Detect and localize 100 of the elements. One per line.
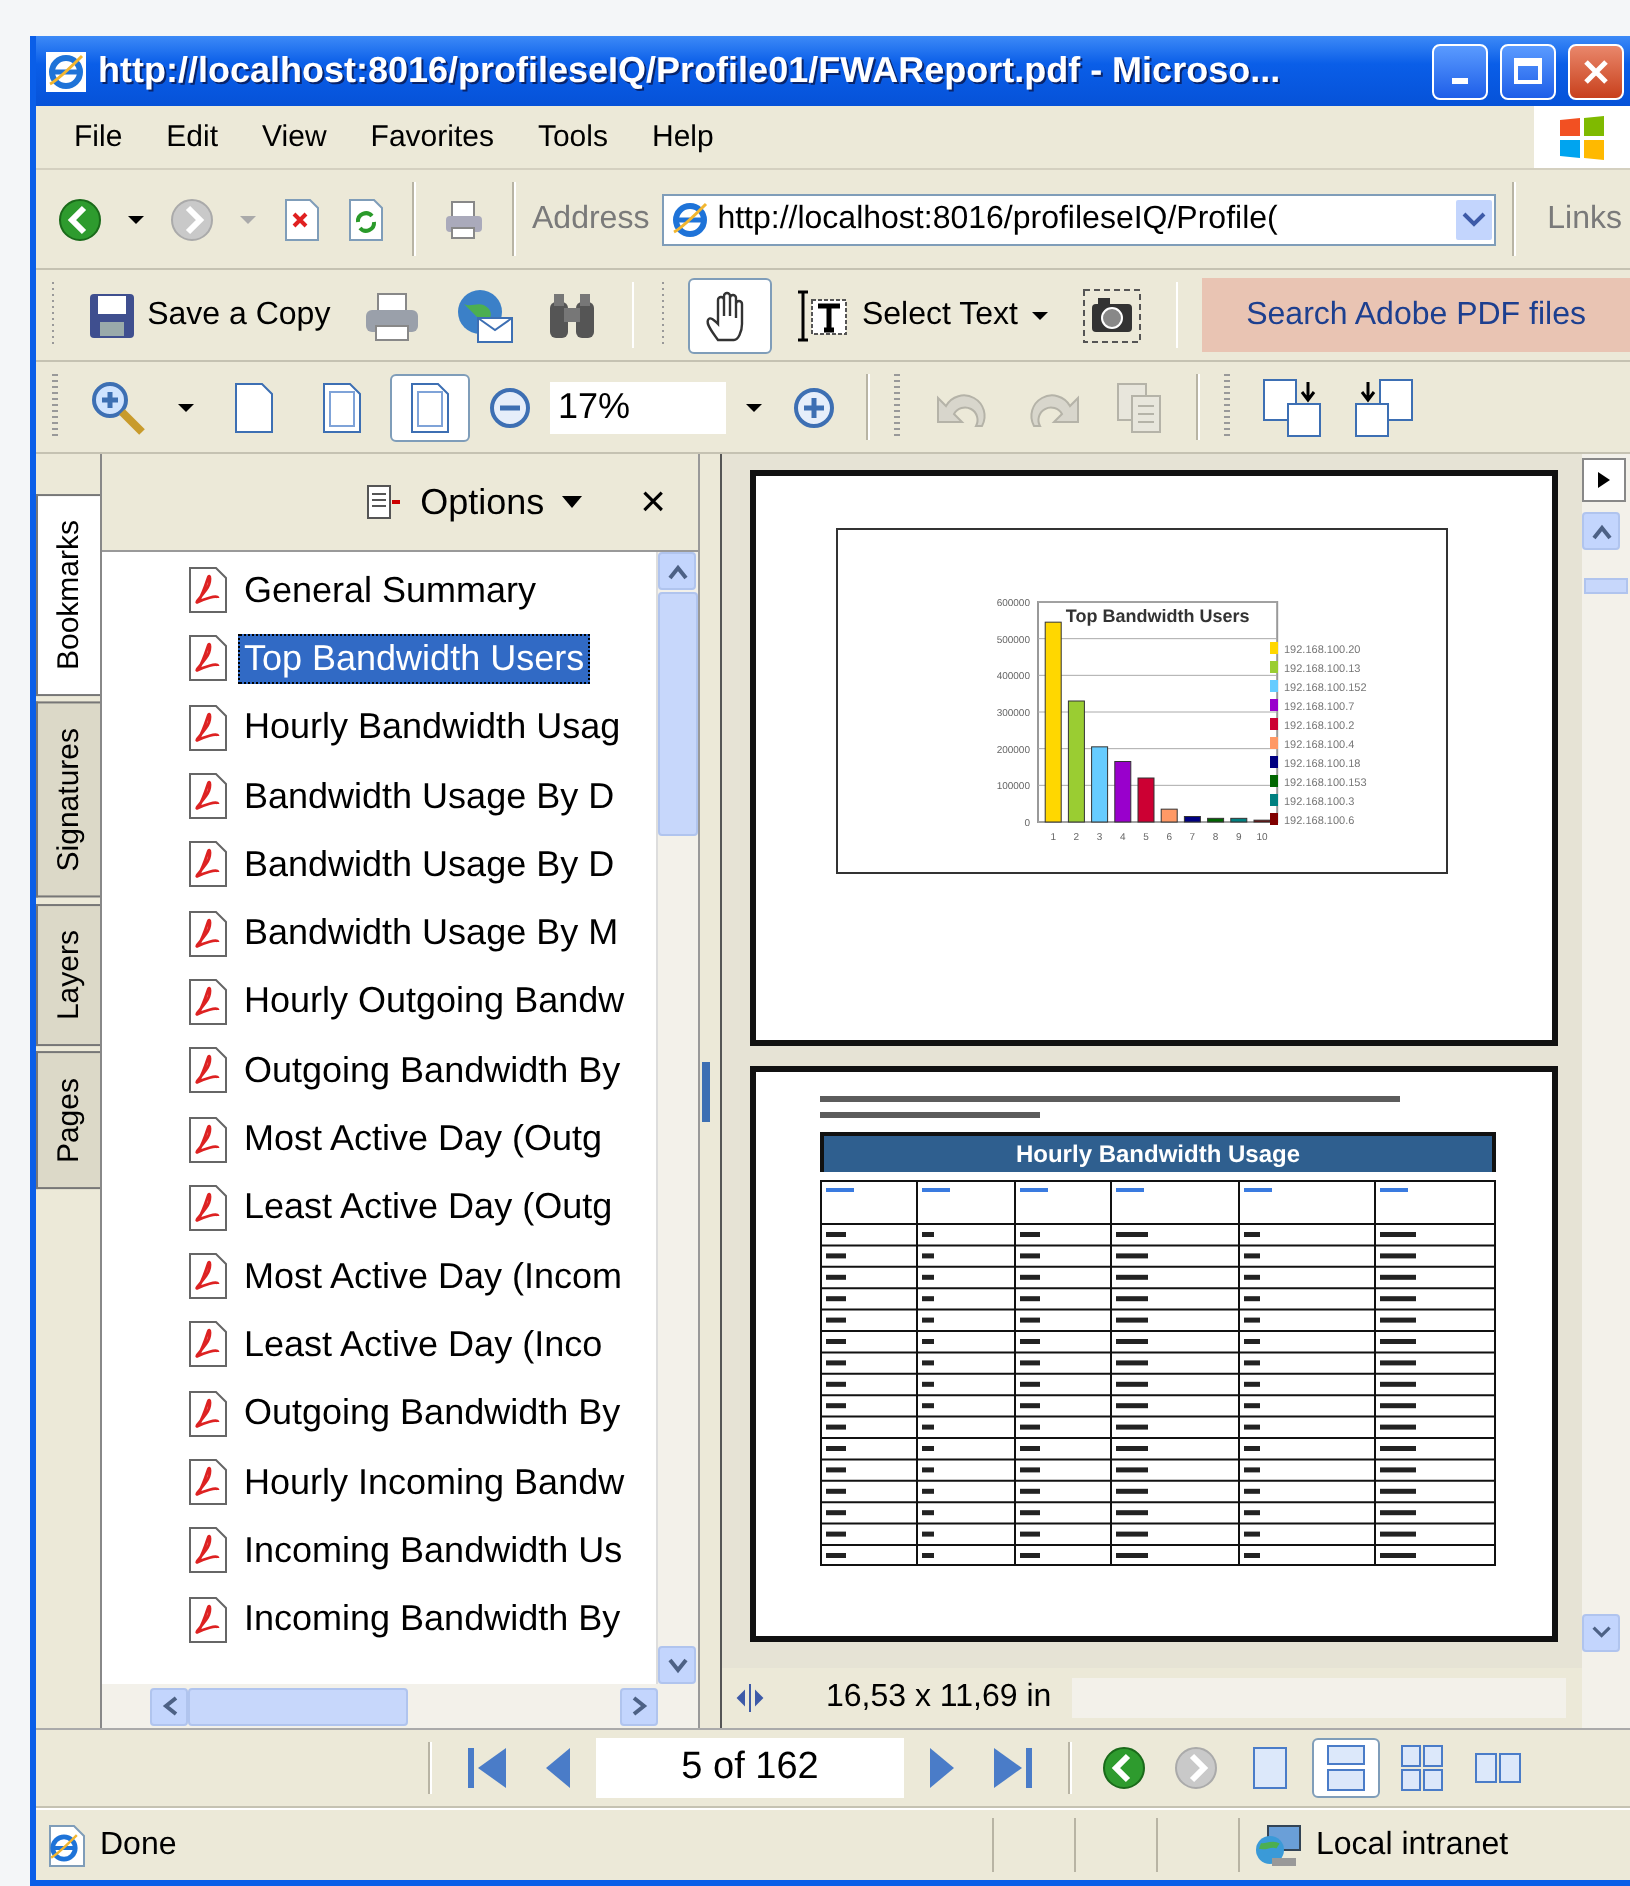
splitter-grip-icon[interactable] [700,1061,712,1121]
menu-item[interactable]: File [56,114,141,160]
options-button[interactable]: Options [360,477,589,527]
pdf-page-icon [186,1252,230,1301]
chart-bar [1091,746,1109,823]
menu-item[interactable]: Help [634,114,732,160]
split-view-icon[interactable] [734,1682,766,1714]
bookmark-item[interactable]: Bandwidth Usage By M [186,898,656,968]
scroll-up-icon [667,563,687,579]
print-icon [442,197,486,241]
bookmark-item[interactable]: Hourly Bandwidth Usag [186,693,656,762]
scrollbar[interactable] [1582,512,1630,1652]
pdf-page-icon [186,909,230,958]
bookmark-item[interactable]: Outgoing Bandwidth By [186,1036,656,1105]
address-dropdown-button[interactable] [1453,197,1494,241]
close-panel-button[interactable]: × [636,472,670,532]
pdf-page-icon [186,1458,230,1506]
menu-item[interactable]: Tools [519,114,626,160]
window-title: http://localhost:8016/profileseIQ/Profile01/FWAReport.pdf - Microso... [98,50,1283,92]
fit-page-icon [408,381,452,433]
back-icon [58,197,102,241]
bookmark-item[interactable]: Incoming Bandwidth By [186,1584,656,1654]
minimize-button[interactable] [1432,43,1488,99]
snapshot-icon [1081,287,1142,343]
fit-width-icon [320,381,364,433]
chart-title: Top Bandwidth Users [1065,606,1250,626]
page-icon [44,1823,88,1867]
pdf-page-icon [186,1046,230,1095]
bookmark-item[interactable]: Incoming Bandwidth Us [186,1516,656,1585]
scrollbar-thumb[interactable] [188,1687,408,1725]
continuous-icon [1322,1744,1370,1792]
minimize-icon [1452,78,1468,84]
search-icon [546,289,599,341]
panel-tab[interactable]: Bookmarks [36,494,100,697]
address-field[interactable]: http://localhost:8016/profileseIQ/Profile( [661,193,1496,245]
bookmark-item[interactable]: Hourly Incoming Bandw [186,1447,656,1517]
security-zone-text: Local intranet [1316,1827,1509,1863]
page-nav-menu-button[interactable] [1582,458,1626,502]
scroll-left-icon [161,1696,177,1716]
zoom-field[interactable]: 17% [550,381,726,433]
save-copy-button[interactable]: Save a Copy [77,285,341,345]
chart-bar [1160,808,1178,823]
bookmark-item[interactable]: Hourly Outgoing Bandw [186,967,656,1037]
scroll-down-icon [667,1657,687,1673]
pdf-page-icon [186,1183,230,1232]
scrollbar-thumb[interactable] [658,592,698,836]
panel-tab[interactable]: Signatures [36,702,100,898]
page-icon [669,199,710,239]
continuous-button[interactable] [1312,1738,1380,1798]
address-label: Address [532,201,650,237]
stop-icon [282,197,322,241]
select-text-button[interactable]: Select Text [783,281,1060,349]
zoom-in-small-icon [792,385,836,429]
links-button[interactable]: Links [1531,201,1630,237]
bookmark-item[interactable]: Least Active Day (Outg [186,1173,656,1242]
chart-bar [1183,816,1201,823]
horizontal-scrollbar[interactable] [102,1684,698,1728]
bookmark-item[interactable]: Outgoing Bandwidth By [186,1379,656,1448]
bookmark-item[interactable]: Bandwidth Usage By D [186,830,656,899]
menu-item[interactable]: View [244,114,345,160]
maximize-button[interactable] [1500,43,1556,99]
scrollbar[interactable] [656,552,698,1684]
bookmark-item[interactable]: Bandwidth Usage By D [186,761,656,831]
pdf-page-icon [186,1595,230,1644]
close-button[interactable] [1568,43,1624,99]
continuous-facing-icon [1398,1744,1446,1792]
panel-tab[interactable]: Layers [36,903,100,1046]
actual-size-icon [232,381,276,433]
search-pdf-button[interactable]: Search Adobe PDF files [1202,278,1630,352]
scroll-right-icon [631,1696,647,1716]
bookmark-item[interactable]: Least Active Day (Inco [186,1310,656,1380]
forward-icon [170,197,214,241]
scrollbar-thumb[interactable] [1584,578,1628,594]
menu-item[interactable]: Edit [148,114,237,160]
windows-flag-icon [1556,111,1608,163]
email-icon [454,287,515,343]
chart-bar [1114,761,1132,823]
chart-bar [1137,777,1155,823]
save-copy-icon [87,291,136,339]
rotate-counterclockwise-icon [1352,375,1416,439]
zoom-out-icon [488,385,532,429]
page-number-field[interactable]: 5 of 162 [596,1738,904,1798]
first-page-icon [462,1744,510,1792]
scroll-down-icon [1591,1625,1611,1641]
copy-pages-icon [1114,379,1166,435]
bookmark-item[interactable]: General Summary [186,556,656,625]
last-page-icon [990,1744,1038,1792]
bookmark-item[interactable]: Most Active Day (Incom [186,1241,656,1311]
rotate-clockwise-icon [1260,375,1324,439]
page-size-label: 16,53 x 11,69 in [826,1680,1052,1716]
hand-tool-button[interactable] [687,277,772,353]
panel-tab[interactable]: Pages [36,1051,100,1189]
zoom-in-icon [88,377,148,437]
ie-logo-icon [46,51,86,91]
menu-item[interactable]: Favorites [352,114,512,160]
pdf-page-icon [186,1389,230,1438]
fit-page-button[interactable] [390,373,470,441]
bookmark-item[interactable]: Most Active Day (Outg [186,1104,656,1174]
pdf-page-icon [186,1526,230,1575]
previous-view-icon [1102,1746,1146,1790]
